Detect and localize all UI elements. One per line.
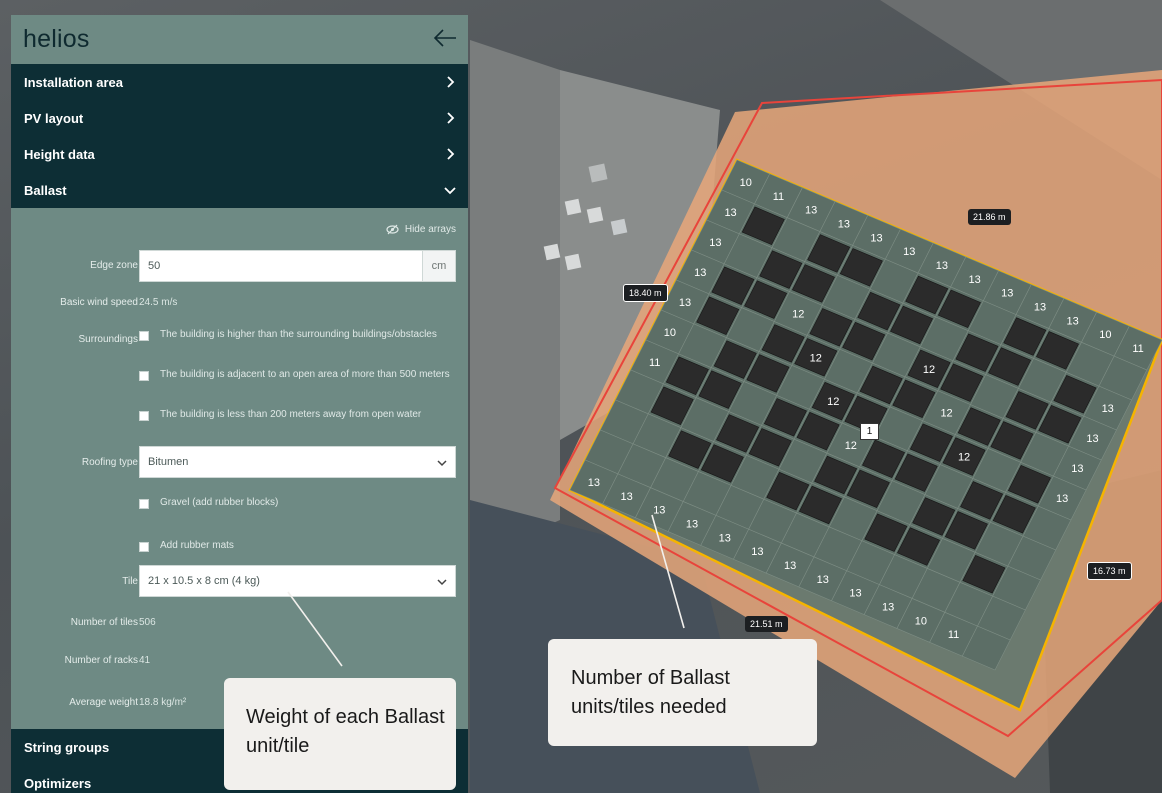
callout-tile-count: Number of Ballast units/tiles needed: [548, 639, 817, 746]
callout-tile-weight: Weight of each Ballast unit/tile: [224, 678, 456, 790]
